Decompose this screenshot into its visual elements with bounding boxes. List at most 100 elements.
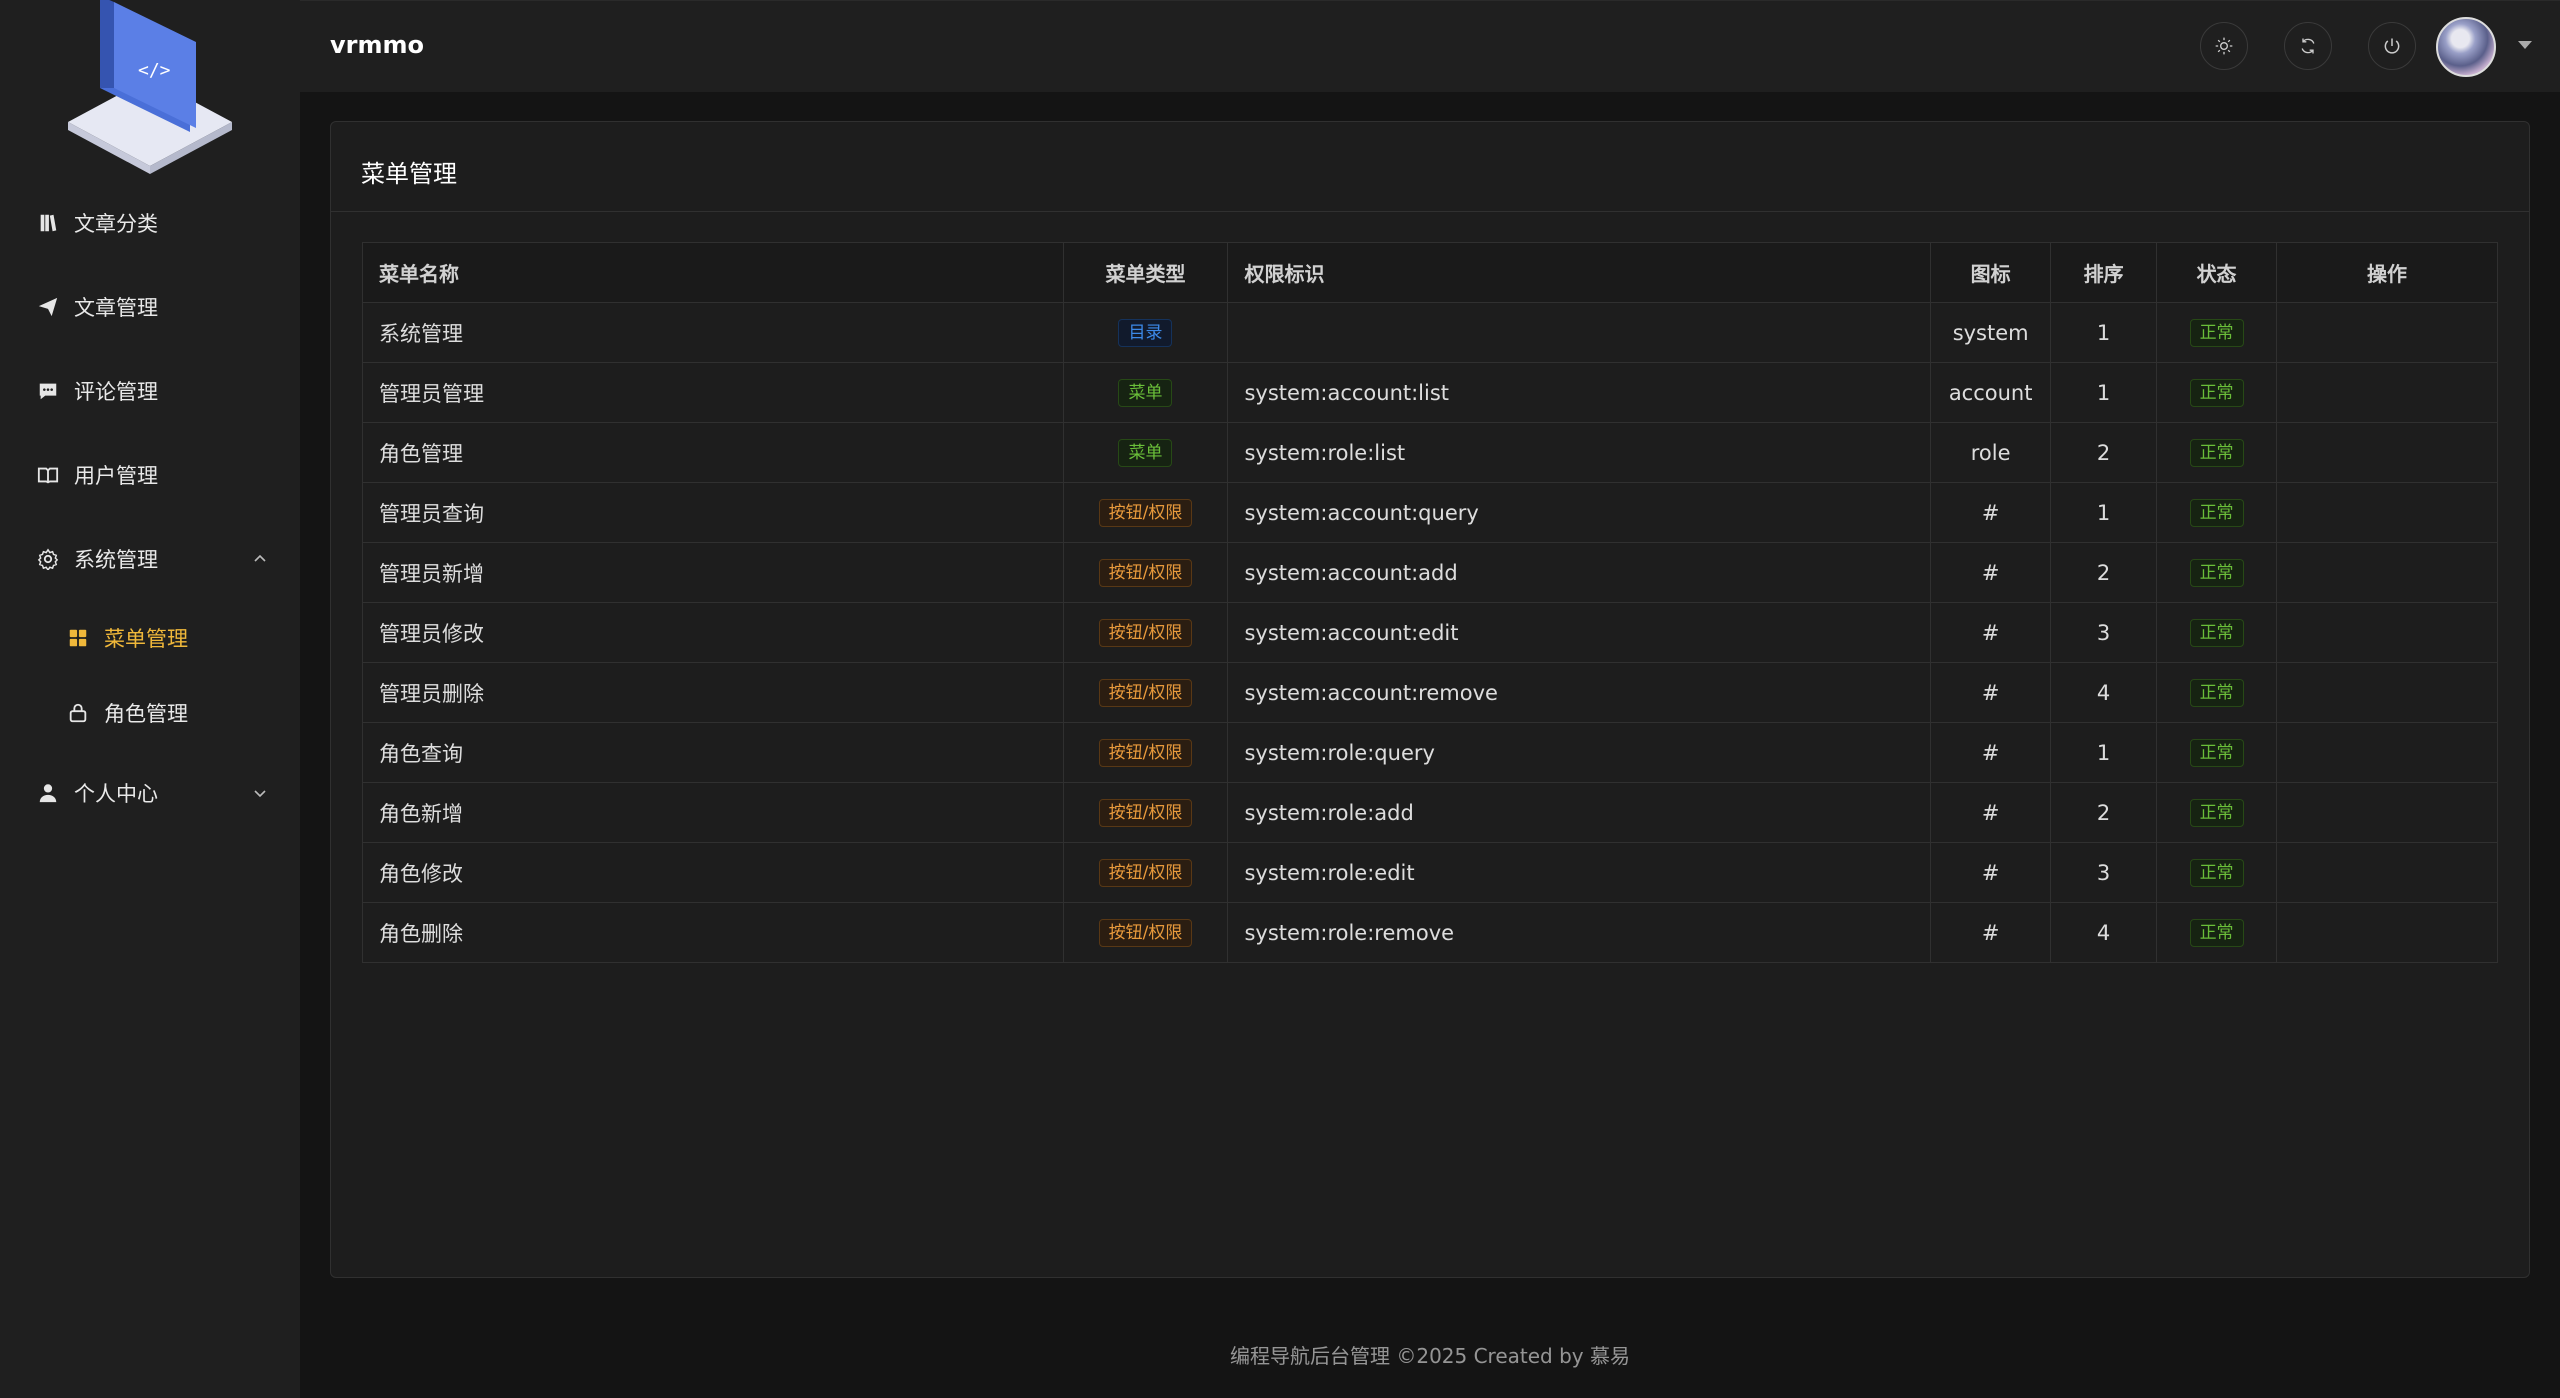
table-row[interactable]: 管理员修改 按钮/权限 system:account:edit #3 正常 — [362, 602, 2498, 663]
lock-icon — [66, 701, 90, 725]
cell-actions — [2276, 482, 2498, 543]
table-row[interactable]: 系统管理 目录 system 1 正常 — [362, 302, 2498, 363]
sidebar-item-comment-manage[interactable]: 评论管理 — [0, 361, 300, 421]
table-row[interactable]: 角色删除 按钮/权限 system:role:remove #4 正常 — [362, 902, 2498, 963]
column-header[interactable]: 图标 — [1930, 242, 2052, 303]
cell-menu-type: 按钮/权限 — [1062, 902, 1229, 963]
refresh-icon — [2301, 38, 2315, 54]
table-row[interactable]: 角色新增 按钮/权限 system:role:add #2 正常 — [362, 782, 2498, 843]
cell-permission — [1227, 302, 1932, 363]
avatar[interactable] — [2436, 17, 2496, 77]
svg-text:</>: </> — [138, 60, 171, 81]
cell-icon: # — [1930, 482, 2052, 543]
cell-icon: system — [1930, 302, 2052, 363]
caret-down-icon[interactable] — [2518, 41, 2532, 49]
logout-button[interactable] — [2368, 22, 2416, 70]
type-badge: 按钮/权限 — [1098, 678, 1193, 707]
status-badge: 正常 — [2189, 918, 2244, 947]
cell-order: 2 — [2050, 542, 2158, 603]
cell-menu-name: 管理员删除 — [362, 662, 1064, 723]
cell-order: 2 — [2050, 422, 2158, 483]
table-row[interactable]: 角色查询 按钮/权限 system:role:query #1 正常 — [362, 722, 2498, 783]
type-badge: 菜单 — [1118, 378, 1173, 407]
table-row[interactable]: 角色管理 菜单 system:role:list role 2 正常 — [362, 422, 2498, 483]
status-badge: 正常 — [2189, 858, 2244, 887]
cell-order: 1 — [2050, 722, 2158, 783]
column-header[interactable]: 操作 — [2276, 242, 2498, 303]
cell-status: 正常 — [2156, 602, 2278, 663]
logo: </> — [60, 0, 240, 180]
status-badge: 正常 — [2189, 738, 2244, 767]
cell-actions — [2276, 722, 2498, 783]
table-row[interactable]: 角色修改 按钮/权限 system:role:edit #3 正常 — [362, 842, 2498, 903]
cell-permission: system:role:remove — [1227, 902, 1932, 963]
sun-icon — [2215, 37, 2233, 55]
cell-status: 正常 — [2156, 842, 2278, 903]
cell-permission: system:role:query — [1227, 722, 1932, 783]
cell-status: 正常 — [2156, 422, 2278, 483]
sidebar-item-role-manage[interactable]: 角色管理 — [0, 683, 300, 743]
sidebar-item-label: 角色管理 — [104, 702, 188, 726]
status-badge: 正常 — [2189, 378, 2244, 407]
theme-toggle-button[interactable] — [2200, 22, 2248, 70]
cell-menu-name: 管理员新增 — [362, 542, 1064, 603]
cell-icon: # — [1930, 782, 2052, 843]
sidebar-item-system-manage[interactable]: 系统管理 — [0, 529, 300, 589]
cell-permission: system:role:add — [1227, 782, 1932, 843]
table-row[interactable]: 管理员管理 菜单 system:account:list account 1 正常 — [362, 362, 2498, 423]
cell-menu-type: 按钮/权限 — [1062, 842, 1229, 903]
type-badge: 按钮/权限 — [1098, 858, 1193, 887]
column-header[interactable]: 菜单名称 — [362, 242, 1064, 303]
status-badge: 正常 — [2189, 798, 2244, 827]
cell-status: 正常 — [2156, 722, 2278, 783]
cell-order: 3 — [2050, 842, 2158, 903]
cell-status: 正常 — [2156, 782, 2278, 843]
user-icon — [36, 781, 60, 805]
cell-actions — [2276, 542, 2498, 603]
sidebar-item-article-manage[interactable]: 文章管理 — [0, 277, 300, 337]
open-book-icon — [36, 463, 60, 487]
power-icon — [2384, 38, 2400, 54]
gear-icon — [36, 547, 60, 571]
sidebar-item-menu-manage[interactable]: 菜单管理 — [0, 608, 300, 668]
cell-status: 正常 — [2156, 302, 2278, 363]
table-row[interactable]: 管理员删除 按钮/权限 system:account:remove #4 正常 — [362, 662, 2498, 723]
cell-status: 正常 — [2156, 902, 2278, 963]
sidebar-item-label: 用户管理 — [74, 464, 158, 488]
type-badge: 按钮/权限 — [1098, 738, 1193, 767]
cell-menu-type: 按钮/权限 — [1062, 602, 1229, 663]
cell-menu-type: 按钮/权限 — [1062, 542, 1229, 603]
type-badge: 按钮/权限 — [1098, 798, 1193, 827]
type-badge: 按钮/权限 — [1098, 618, 1193, 647]
column-header[interactable]: 排序 — [2050, 242, 2158, 303]
column-header[interactable]: 权限标识 — [1227, 242, 1932, 303]
table-row[interactable]: 管理员查询 按钮/权限 system:account:query #1 正常 — [362, 482, 2498, 543]
cell-menu-type: 菜单 — [1062, 422, 1229, 483]
cell-actions — [2276, 362, 2498, 423]
cell-actions — [2276, 782, 2498, 843]
divider — [331, 211, 2529, 212]
refresh-button[interactable] — [2284, 22, 2332, 70]
cell-menu-type: 按钮/权限 — [1062, 782, 1229, 843]
sidebar-item-user-manage[interactable]: 用户管理 — [0, 445, 300, 505]
cell-permission: system:role:list — [1227, 422, 1932, 483]
cell-menu-type: 菜单 — [1062, 362, 1229, 423]
cell-permission: system:account:add — [1227, 542, 1932, 603]
column-header[interactable]: 状态 — [2156, 242, 2278, 303]
type-badge: 按钮/权限 — [1098, 918, 1193, 947]
table-body: 系统管理 目录 system 1 正常 管理员管理 菜单 system:account:lis… — [362, 302, 2498, 963]
cell-order: 4 — [2050, 902, 2158, 963]
footer: 编程导航后台管理 ©2025 Created by 慕易 — [1229, 1344, 1630, 1368]
cell-menu-name: 角色新增 — [362, 782, 1064, 843]
cell-icon: role — [1930, 422, 2052, 483]
table-row[interactable]: 管理员新增 按钮/权限 system:account:add #2 正常 — [362, 542, 2498, 603]
cell-menu-name: 系统管理 — [362, 302, 1064, 363]
grid-icon — [66, 626, 90, 650]
sidebar-item-personal-center[interactable]: 个人中心 — [0, 763, 300, 823]
sidebar-item-label: 文章分类 — [74, 212, 158, 236]
cell-status: 正常 — [2156, 362, 2278, 423]
cell-actions — [2276, 902, 2498, 963]
column-header[interactable]: 菜单类型 — [1062, 242, 1229, 303]
cell-order: 1 — [2050, 482, 2158, 543]
sidebar-item-article-category[interactable]: 文章分类 — [0, 193, 300, 253]
